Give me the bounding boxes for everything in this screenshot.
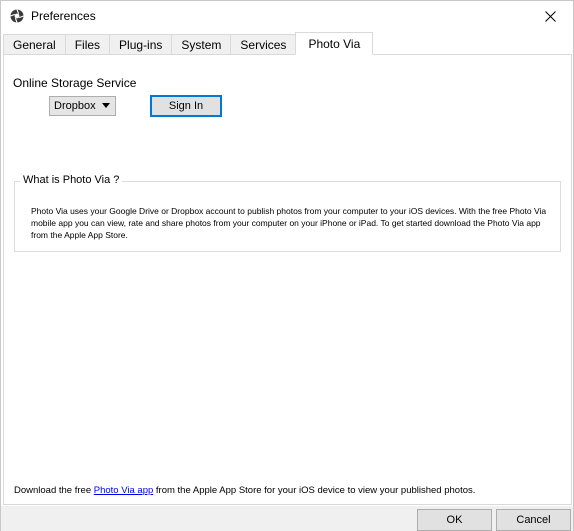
title-bar[interactable]: Preferences: [1, 1, 573, 32]
preferences-tabs: General Files Plug-ins System Services P…: [3, 32, 374, 55]
tab-plug-ins[interactable]: Plug-ins: [109, 34, 172, 55]
tab-photo-via[interactable]: Photo Via: [295, 32, 374, 55]
ok-button[interactable]: OK: [417, 509, 492, 531]
footer-prefix: Download the free: [14, 485, 94, 496]
storage-service-select[interactable]: Dropbox: [49, 96, 116, 116]
what-is-photo-via-group: What is Photo Via ? Photo Via uses your …: [14, 174, 561, 252]
photo-via-app-link[interactable]: Photo Via app: [94, 485, 154, 496]
online-storage-service-label: Online Storage Service: [13, 76, 137, 90]
preferences-window: Preferences General Files Plug-ins Syste…: [0, 0, 574, 531]
dropdown-arrow-icon: [102, 103, 110, 108]
tab-general[interactable]: General: [3, 34, 65, 55]
aperture-icon: [10, 9, 24, 23]
window-title: Preferences: [31, 9, 96, 23]
cancel-button[interactable]: Cancel: [496, 509, 571, 531]
dialog-button-bar: OK Cancel: [1, 506, 573, 531]
close-button[interactable]: [527, 1, 573, 32]
sign-in-button[interactable]: Sign In: [150, 95, 222, 117]
tab-system[interactable]: System: [171, 34, 231, 55]
storage-service-value: Dropbox: [54, 100, 96, 112]
footer-suffix: from the Apple App Store for your iOS de…: [153, 485, 476, 496]
group-description: Photo Via uses your Google Drive or Drop…: [31, 206, 547, 240]
group-title: What is Photo Via ?: [20, 174, 123, 186]
close-icon: [544, 11, 556, 22]
photo-via-panel: Online Storage Service Dropbox Sign In W…: [3, 54, 572, 505]
footer-note: Download the free Photo Via app from the…: [14, 485, 475, 496]
tab-services[interactable]: Services: [230, 34, 296, 55]
tab-files[interactable]: Files: [64, 34, 110, 55]
